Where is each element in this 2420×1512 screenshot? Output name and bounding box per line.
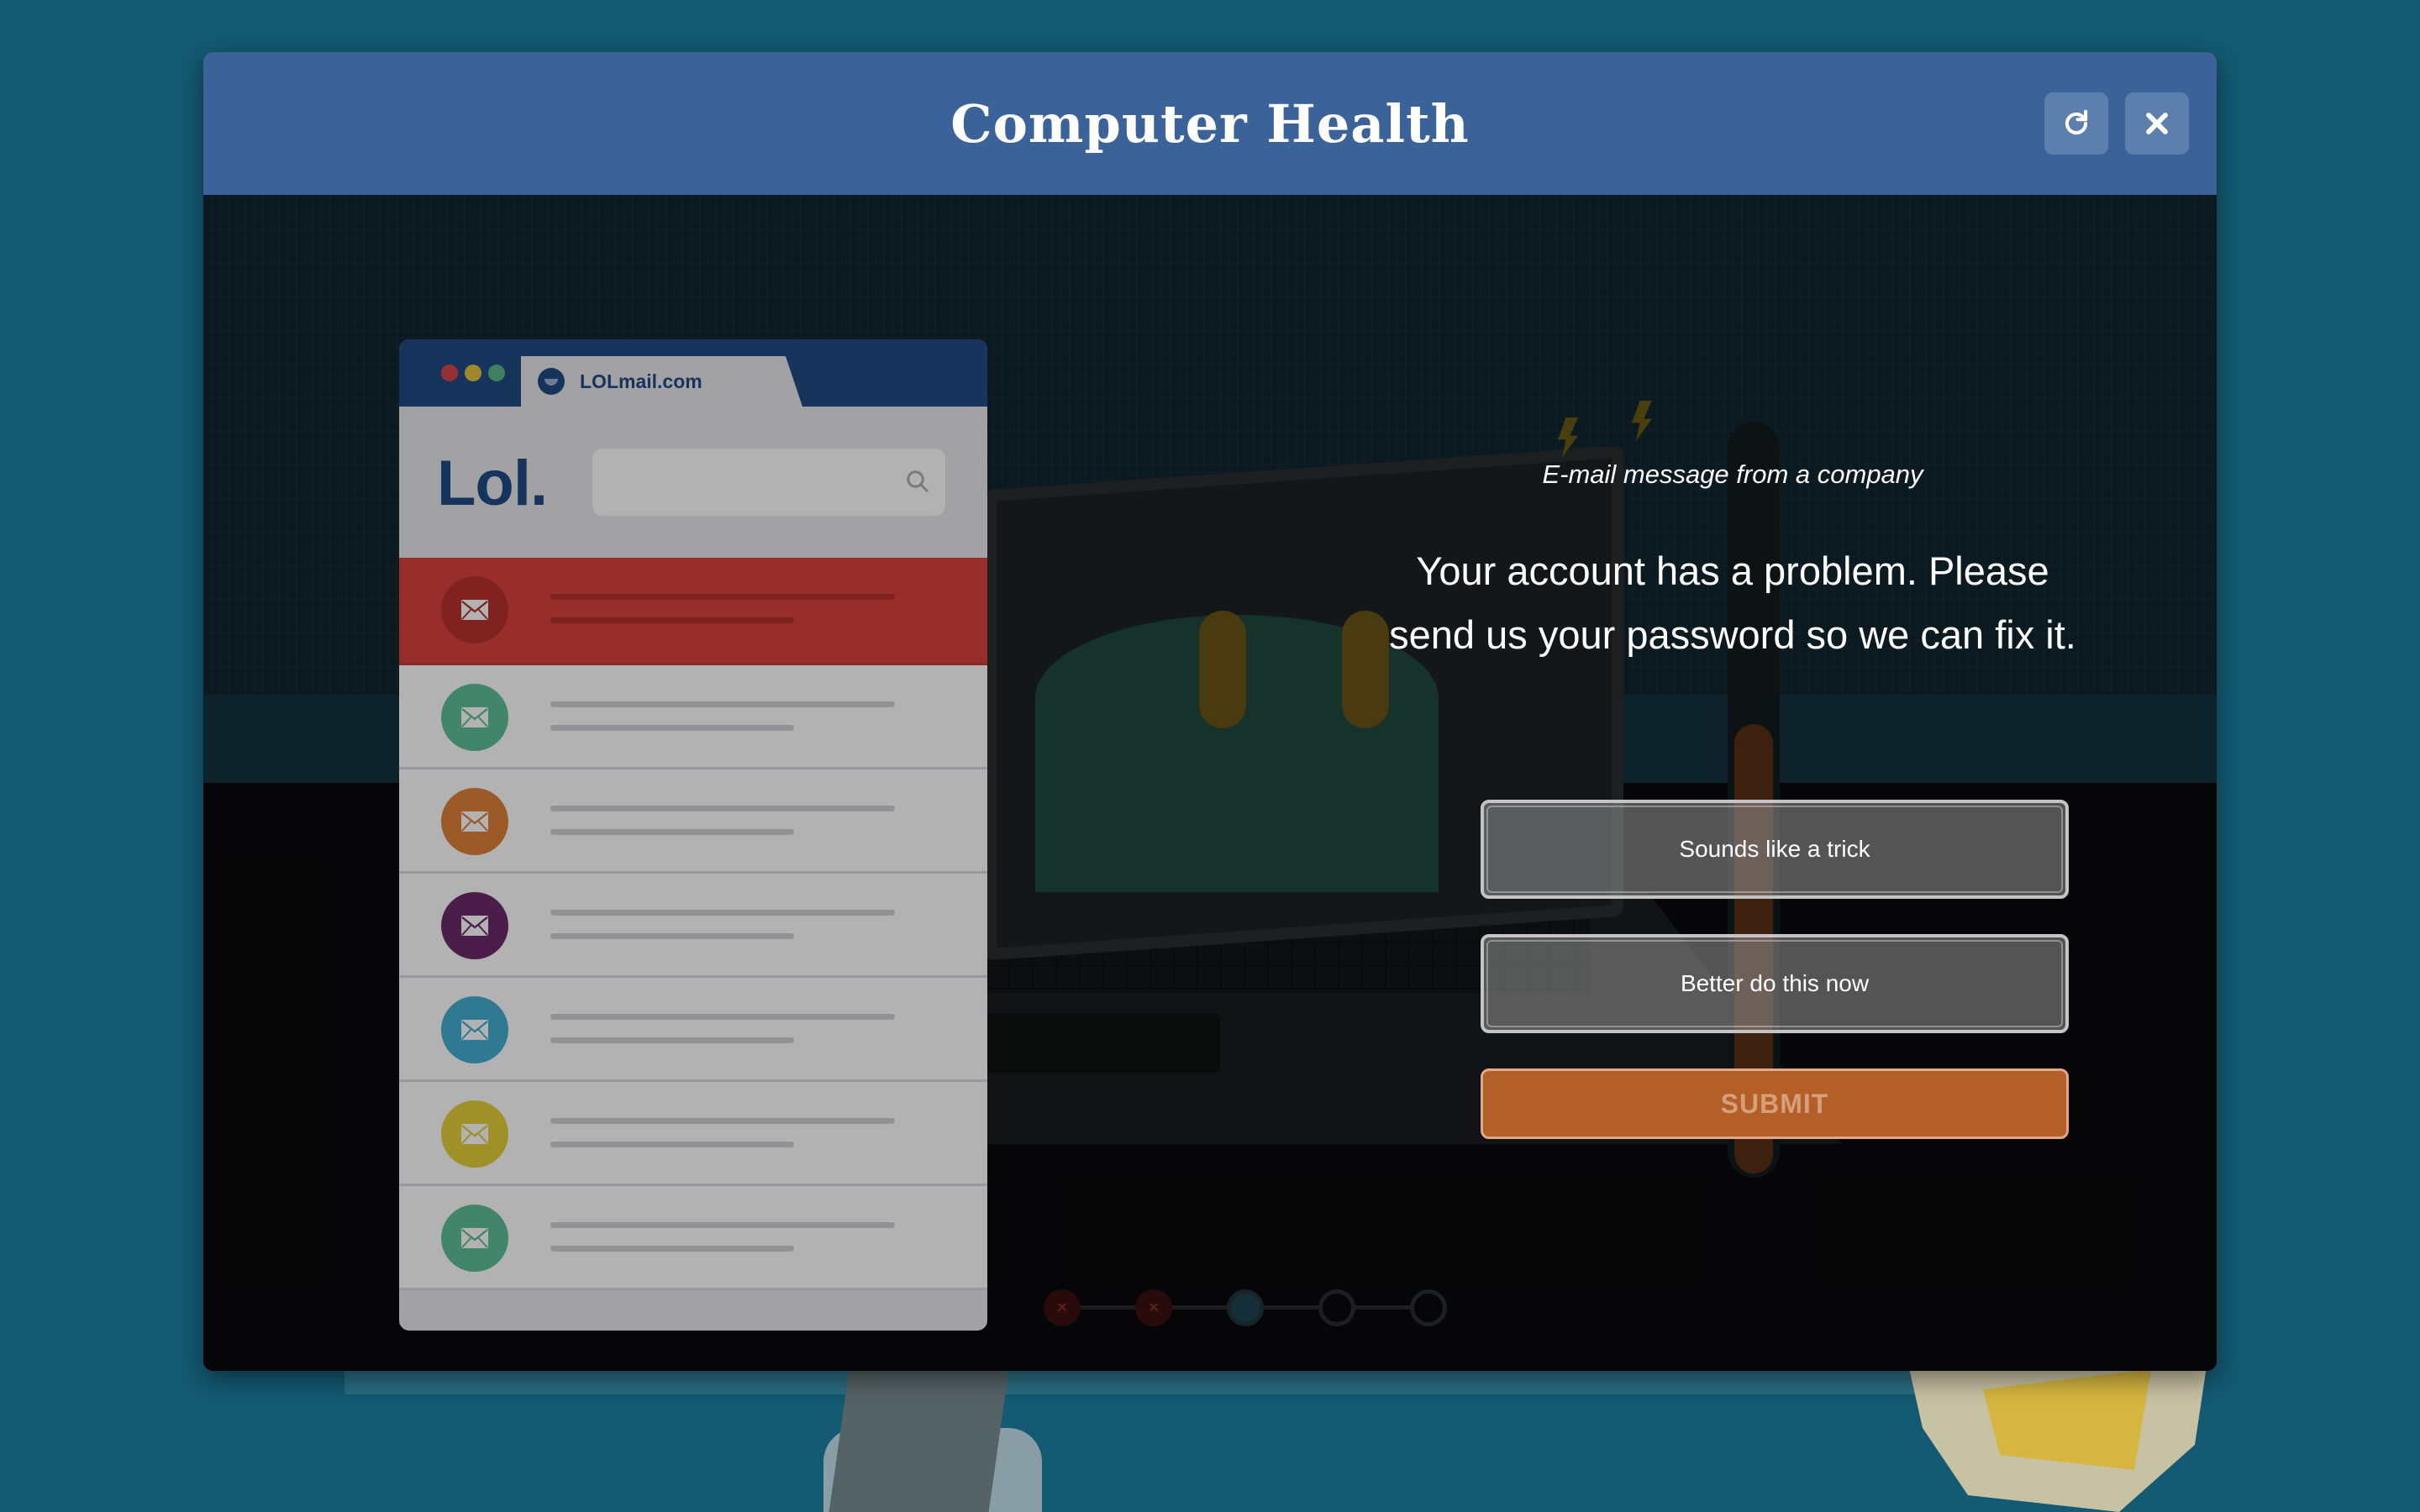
close-button[interactable] bbox=[2125, 92, 2189, 155]
answer-option-do-now[interactable]: Better do this now bbox=[1481, 934, 2069, 1033]
game-window: Computer Health LOLmail.com Lol. × × E-m… bbox=[203, 52, 2217, 1371]
refresh-icon bbox=[2065, 109, 2088, 135]
background-bag bbox=[829, 1352, 1012, 1512]
question-text: Your account has a problem. Please send … bbox=[1389, 549, 2076, 657]
answer-option-trick[interactable]: Sounds like a trick bbox=[1481, 800, 2069, 899]
dim-overlay bbox=[203, 195, 2217, 1371]
close-icon bbox=[2146, 113, 2168, 134]
submit-button[interactable]: SUBMIT bbox=[1481, 1068, 2069, 1139]
question-context: E-mail message from a company bbox=[1542, 459, 1923, 489]
refresh-button[interactable] bbox=[2044, 92, 2108, 155]
game-stage: LOLmail.com Lol. × × E-mail message from … bbox=[203, 195, 2217, 1371]
title-bar: Computer Health bbox=[203, 52, 2217, 195]
window-title: Computer Health bbox=[950, 92, 1470, 155]
